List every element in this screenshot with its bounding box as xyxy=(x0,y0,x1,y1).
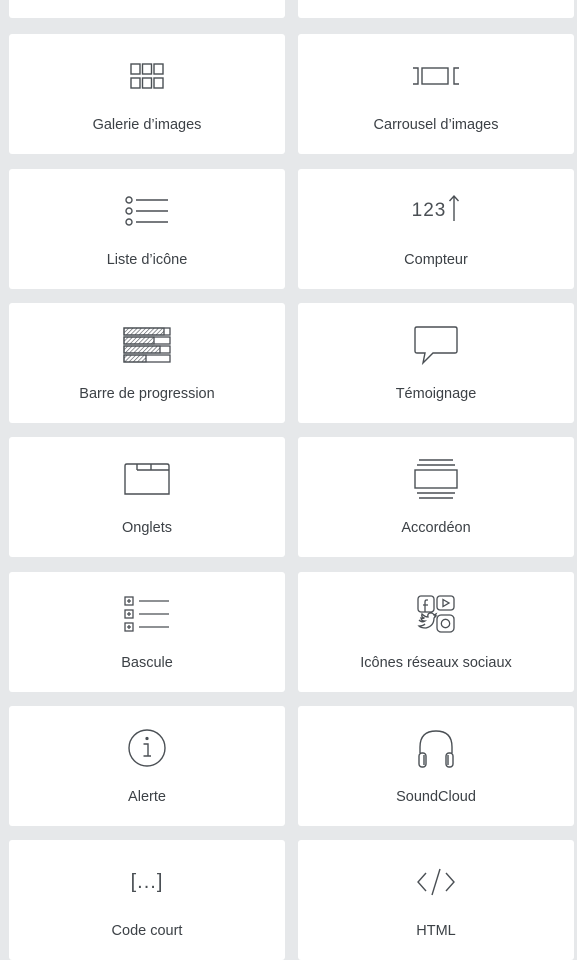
widget-barre-progression[interactable]: Barre de progression xyxy=(9,303,285,423)
shortcode-icon-text: [...] xyxy=(130,870,164,893)
widget-label: Accordéon xyxy=(401,520,471,536)
widget-label: Alerte xyxy=(128,789,166,805)
alert-icon xyxy=(9,726,285,770)
counter-icon: 123 xyxy=(298,189,574,233)
widget-label: Liste d’icône xyxy=(106,252,188,268)
widget-temoignage[interactable]: Témoignage xyxy=(298,303,574,423)
widget-label: Compteur xyxy=(404,252,468,268)
progress-bar-icon xyxy=(9,323,285,367)
icon-list-icon xyxy=(9,189,285,233)
widget-galerie-images[interactable]: Galerie d’images xyxy=(9,34,285,154)
toggle-icon xyxy=(9,592,285,636)
widget-code-court[interactable]: [...] Code court xyxy=(9,840,285,960)
widget-label: HTML xyxy=(416,923,456,939)
widget-accordeon[interactable]: Accordéon xyxy=(298,437,574,557)
widget-label: Galerie d’images xyxy=(92,117,202,133)
widget-icones-reseaux-sociaux[interactable]: Icônes réseaux sociaux xyxy=(298,572,574,692)
widget-panel: Galerie d’images Carrousel d’images List… xyxy=(0,0,577,960)
widget-onglets[interactable]: Onglets xyxy=(9,437,285,557)
widget-compteur[interactable]: 123 Compteur xyxy=(298,169,574,289)
image-gallery-icon xyxy=(9,54,285,98)
widget-label: Barre de progression xyxy=(79,386,215,402)
widget-carrousel-images[interactable]: Carrousel d’images xyxy=(298,34,574,154)
widget-soundcloud[interactable]: SoundCloud xyxy=(298,706,574,826)
testimonial-icon xyxy=(298,323,574,367)
widget-label: Carrousel d’images xyxy=(373,117,499,133)
counter-icon-text: 123 xyxy=(411,200,447,221)
html-icon xyxy=(298,860,574,904)
widget-bascule[interactable]: Bascule xyxy=(9,572,285,692)
soundcloud-icon xyxy=(298,726,574,770)
accordion-icon xyxy=(298,457,574,501)
widget-label: Onglets xyxy=(122,520,172,536)
widget-label: Témoignage xyxy=(395,386,477,402)
image-carousel-icon xyxy=(298,54,574,98)
shortcode-icon: [...] xyxy=(9,860,285,904)
social-icons-icon xyxy=(298,592,574,636)
widget-label: Code court xyxy=(111,923,183,939)
widget-liste-icone[interactable]: Liste d’icône xyxy=(9,169,285,289)
widget-label: Icônes réseaux sociaux xyxy=(360,655,512,671)
widget-label: SoundCloud xyxy=(396,789,476,805)
widget-alerte[interactable]: Alerte xyxy=(9,706,285,826)
tabs-icon xyxy=(9,457,285,501)
widget-html[interactable]: HTML xyxy=(298,840,574,960)
widget-card-partial-left[interactable] xyxy=(9,0,285,18)
widget-label: Bascule xyxy=(121,655,173,671)
widget-card-partial-right[interactable] xyxy=(298,0,574,18)
